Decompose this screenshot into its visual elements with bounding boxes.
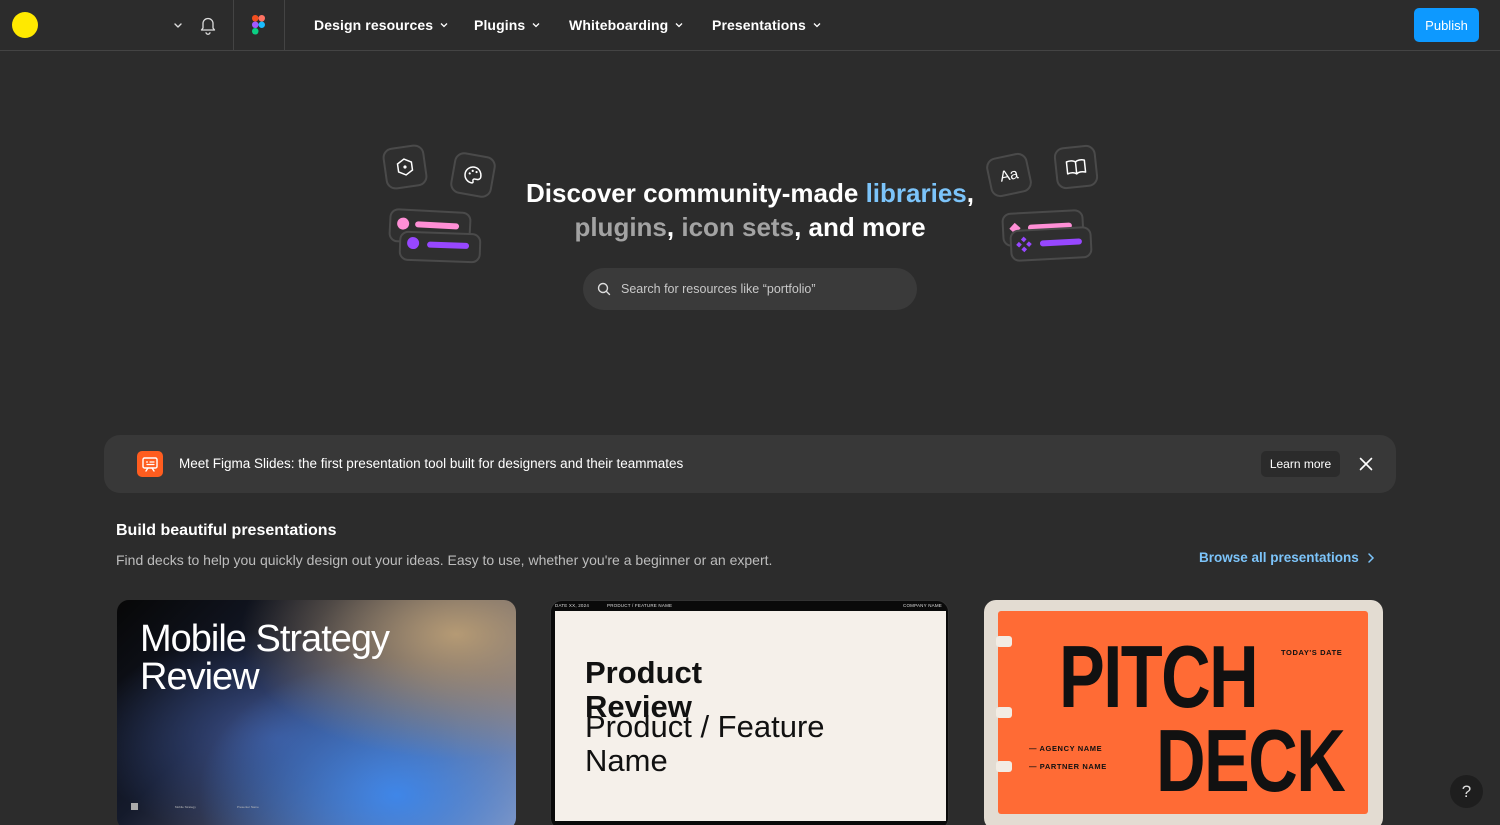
help-button[interactable]: ? bbox=[1450, 775, 1483, 808]
nav-whiteboarding[interactable]: Whiteboarding bbox=[569, 0, 684, 50]
chevron-down-icon bbox=[813, 23, 821, 28]
nav-plugins[interactable]: Plugins bbox=[474, 0, 541, 50]
browse-all-presentations-link[interactable]: Browse all presentations bbox=[1199, 550, 1375, 565]
card-top-text: DATE XX, 2024 bbox=[555, 603, 590, 608]
card-agency: — AGENCY NAME bbox=[1029, 744, 1103, 753]
slides-icon bbox=[137, 451, 163, 477]
divider bbox=[233, 0, 234, 50]
title-icon-sets: icon sets bbox=[681, 212, 795, 242]
binder-ring bbox=[996, 636, 1012, 647]
user-avatar[interactable] bbox=[12, 12, 38, 38]
section-subtitle: Find decks to help you quickly design ou… bbox=[116, 552, 773, 568]
title-comma: , bbox=[666, 212, 682, 242]
template-card-mobile-strategy[interactable]: Mobile Strategy Review Mobile Strategy P… bbox=[117, 600, 516, 825]
template-card-product-review[interactable]: DATE XX, 2024 PRODUCT / FEATURE NAME COM… bbox=[550, 600, 949, 825]
title-plugins: plugins bbox=[574, 212, 667, 242]
title-comma: , bbox=[966, 178, 974, 208]
chevron-down-icon[interactable] bbox=[170, 17, 186, 33]
card-footer-text: Mobile Strategy bbox=[175, 805, 196, 809]
card-title: Mobile Strategy Review bbox=[140, 618, 390, 698]
banner-text: Meet Figma Slides: the first presentatio… bbox=[179, 456, 684, 471]
book-icon bbox=[1052, 143, 1100, 191]
card-partner: — PARTNER NAME bbox=[1029, 762, 1107, 771]
chevron-down-icon bbox=[675, 23, 683, 28]
card-title-line1: PITCH bbox=[1059, 627, 1259, 726]
title-libraries: libraries bbox=[865, 178, 967, 208]
section-title: Build beautiful presentations bbox=[116, 522, 337, 539]
card-logo bbox=[131, 803, 138, 810]
card-top-text: PRODUCT / FEATURE NAME bbox=[607, 603, 673, 608]
chevron-down-icon bbox=[532, 23, 540, 28]
card-title-line2: DECK bbox=[1156, 711, 1346, 810]
top-bar: Design resources Plugins Whiteboarding P… bbox=[0, 0, 1500, 51]
card-top-text: COMPANY NAME bbox=[903, 603, 942, 608]
search-input[interactable] bbox=[621, 282, 891, 296]
search-icon bbox=[597, 282, 611, 296]
close-icon[interactable] bbox=[1358, 456, 1374, 472]
nav-label: Plugins bbox=[474, 17, 526, 33]
binder-ring bbox=[996, 761, 1012, 772]
card-date: TODAY'S DATE bbox=[1281, 648, 1343, 657]
nav-design-resources[interactable]: Design resources bbox=[314, 0, 449, 50]
nav-presentations[interactable]: Presentations bbox=[712, 0, 822, 50]
nav-label: Whiteboarding bbox=[569, 17, 669, 33]
component-icon bbox=[381, 143, 429, 191]
chevron-down-icon bbox=[440, 23, 448, 28]
learn-more-button[interactable]: Learn more bbox=[1261, 451, 1340, 477]
title-text: Discover community-made bbox=[526, 178, 866, 208]
slides-banner: Meet Figma Slides: the first presentatio… bbox=[104, 435, 1396, 493]
card-slide: PITCH DECK TODAY'S DATE — AGENCY NAME — … bbox=[996, 611, 1368, 814]
search-bar[interactable] bbox=[583, 268, 917, 310]
nav-label: Design resources bbox=[314, 17, 434, 33]
hero-title: Discover community-made libraries, plugi… bbox=[450, 176, 1050, 244]
nav-label: Presentations bbox=[712, 17, 806, 33]
binder-ring bbox=[996, 707, 1012, 718]
card-slide: Product Review Product / Feature Name bbox=[555, 611, 946, 821]
figma-logo-icon[interactable] bbox=[252, 15, 265, 35]
title-rest: , and more bbox=[794, 212, 926, 242]
browse-label: Browse all presentations bbox=[1199, 550, 1359, 565]
divider bbox=[284, 0, 285, 50]
bell-icon[interactable] bbox=[199, 15, 217, 35]
card-footer-text: Presenter Name bbox=[237, 805, 259, 809]
chevron-right-icon bbox=[1368, 552, 1374, 563]
template-card-pitch-deck[interactable]: PITCH DECK TODAY'S DATE — AGENCY NAME — … bbox=[984, 600, 1383, 825]
card-subtitle: Product / Feature Name bbox=[585, 709, 825, 778]
publish-button[interactable]: Publish bbox=[1414, 8, 1479, 42]
